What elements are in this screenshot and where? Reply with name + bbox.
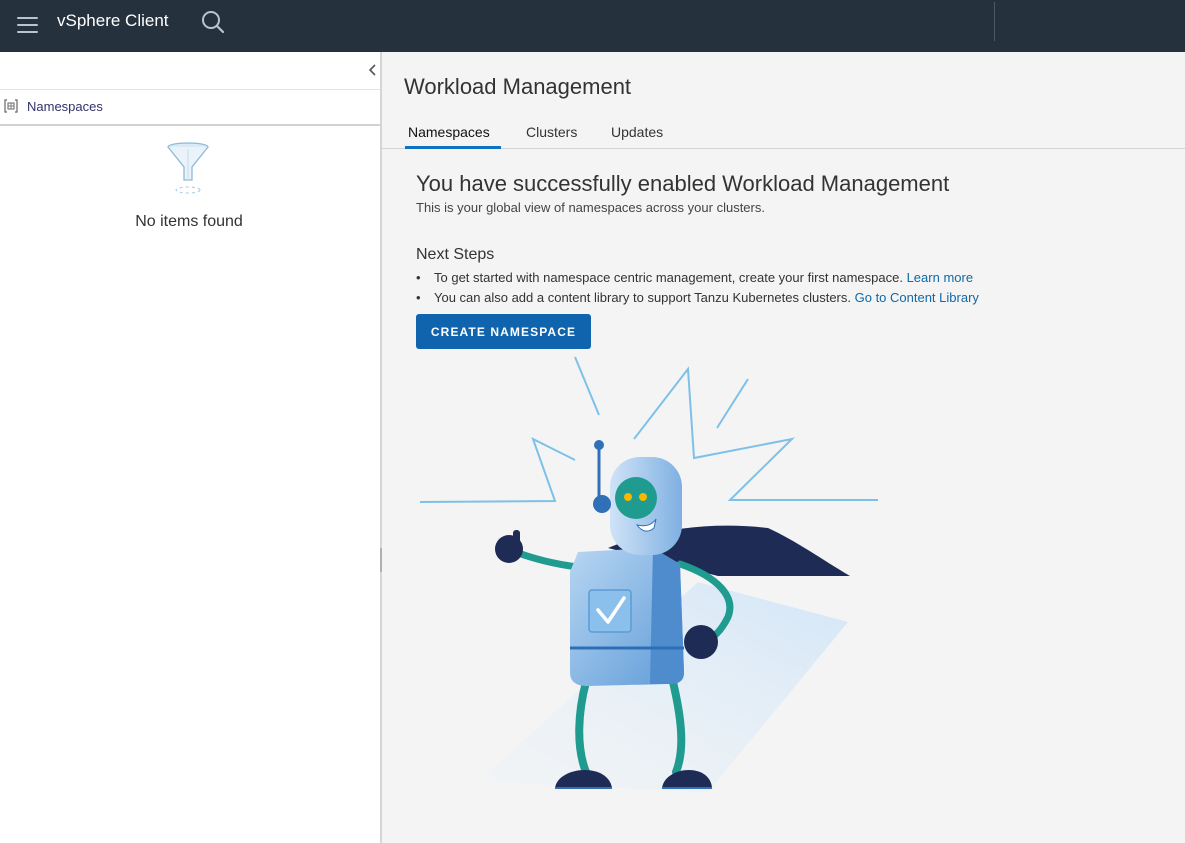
- create-namespace-button[interactable]: CREATE NAMESPACE: [416, 314, 591, 349]
- next-steps-list: To get started with namespace centric ma…: [416, 268, 979, 308]
- search-icon[interactable]: [200, 9, 226, 35]
- funnel-filter-icon: [163, 140, 213, 196]
- top-header: vSphere Client: [0, 0, 1185, 52]
- sidebar-item-namespaces[interactable]: Namespaces: [0, 90, 380, 126]
- namespace-icon: [3, 99, 19, 113]
- header-divider: [994, 2, 995, 41]
- app-title[interactable]: vSphere Client: [57, 12, 169, 30]
- sidebar: Namespaces No items found: [0, 52, 380, 843]
- chevron-left-icon[interactable]: [366, 62, 380, 78]
- content-library-link[interactable]: Go to Content Library: [855, 290, 979, 305]
- list-item: To get started with namespace centric ma…: [416, 268, 979, 288]
- main-content: Workload Management Namespaces Clusters …: [382, 52, 1185, 843]
- success-heading: You have successfully enabled Workload M…: [416, 171, 950, 196]
- tab-namespaces[interactable]: Namespaces: [405, 122, 501, 149]
- step-text: To get started with namespace centric ma…: [434, 270, 903, 285]
- page-title: Workload Management: [404, 74, 632, 99]
- hamburger-menu-icon[interactable]: [16, 12, 40, 38]
- subtitle-text: This is your global view of namespaces a…: [416, 200, 765, 215]
- next-steps-heading: Next Steps: [416, 246, 495, 263]
- tab-updates[interactable]: Updates: [611, 122, 663, 146]
- robot-thumbs-up-illustration: [418, 352, 888, 792]
- list-item: You can also add a content library to su…: [416, 288, 979, 308]
- step-text: You can also add a content library to su…: [434, 290, 851, 305]
- learn-more-link[interactable]: Learn more: [907, 270, 973, 285]
- tab-bar: Namespaces Clusters Updates: [382, 122, 1185, 149]
- tab-clusters[interactable]: Clusters: [526, 122, 577, 146]
- sidebar-item-label: Namespaces: [27, 99, 103, 114]
- empty-state-text: No items found: [135, 213, 243, 230]
